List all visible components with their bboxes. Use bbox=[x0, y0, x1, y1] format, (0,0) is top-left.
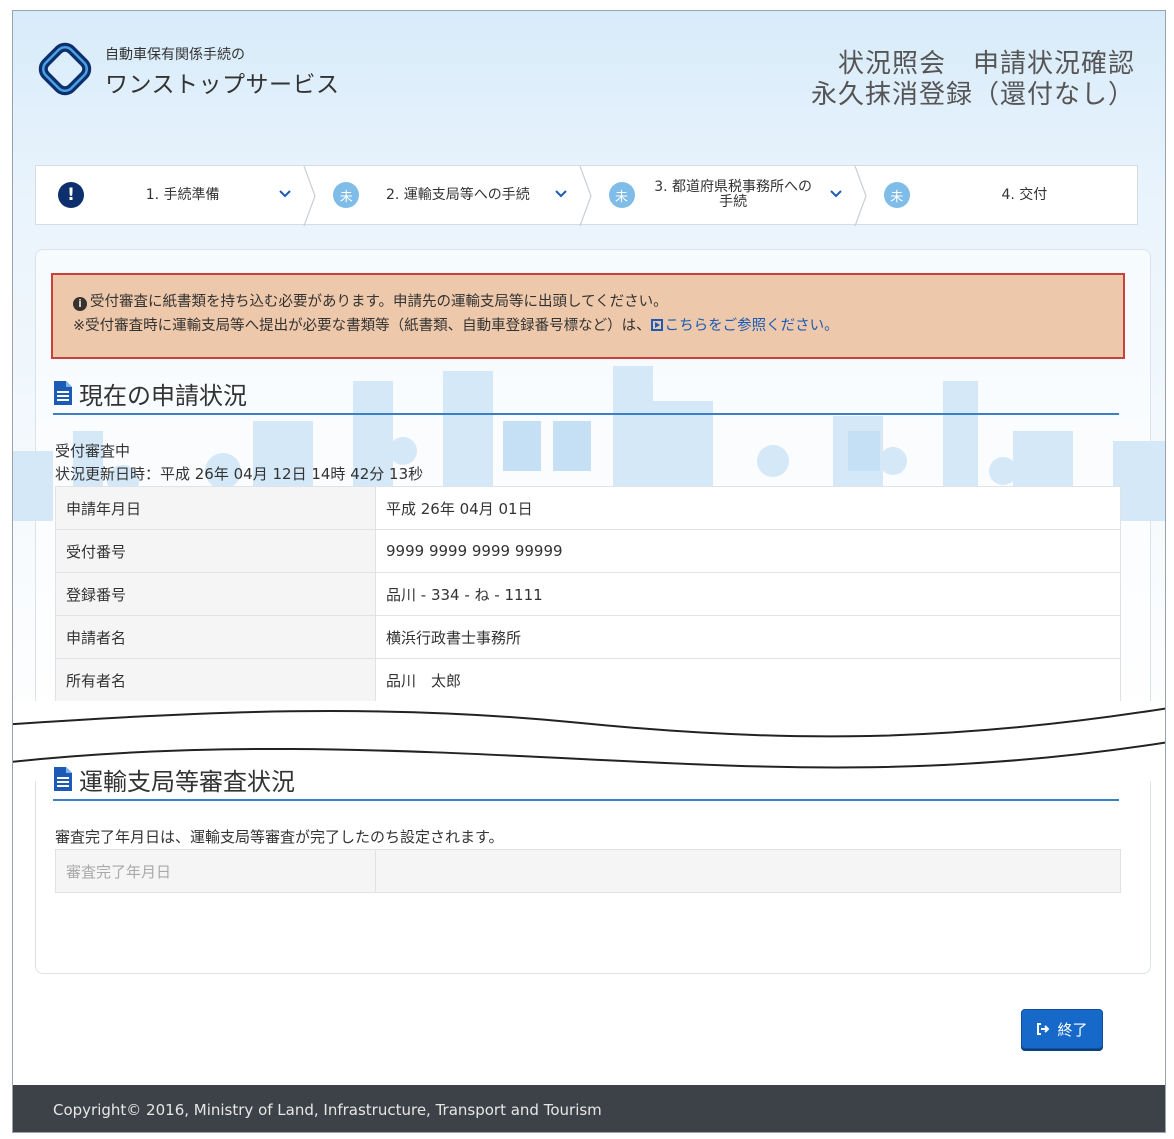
pending-badge: 未 bbox=[333, 182, 360, 208]
row-key: 申請年月日 bbox=[55, 486, 376, 530]
page-frame: 自動車保有関係手続の ワンストップサービス 状況照会 申請状況確認 永久抹消登録… bbox=[12, 10, 1166, 1133]
status-summary: 受付審査中 状況更新日時：平成 26年 04月 12日 14時 42分 13秒 bbox=[55, 440, 423, 486]
status-text: 受付審査中 bbox=[55, 442, 131, 460]
brand-title: ワンストップサービス bbox=[105, 72, 340, 98]
step-separator bbox=[854, 166, 867, 226]
row-key: 登録番号 bbox=[55, 572, 376, 616]
brand-subtitle: 自動車保有関係手続の bbox=[105, 47, 245, 63]
copyright-text: Copyright© 2016, Ministry of Land, Infra… bbox=[53, 1100, 602, 1119]
review-table: 審査完了年月日 bbox=[55, 849, 1121, 893]
row-value: 品川 - 334 - ね - 1111 bbox=[375, 572, 1121, 616]
table-row: 審査完了年月日 bbox=[55, 849, 1121, 893]
notice-text: ※受付審査時に運輸支局等へ提出が必要な書類等（紙書類、自動車登録番号標など）は、 bbox=[73, 318, 651, 334]
section-current-status: 現在の申請状況 bbox=[53, 373, 1119, 415]
documents-link[interactable]: こちらをご参照ください。 bbox=[650, 318, 839, 334]
step-preparation[interactable]: ! 1. 手続準備 bbox=[36, 166, 316, 226]
logo-icon bbox=[38, 42, 92, 96]
row-key: 審査完了年月日 bbox=[55, 849, 376, 893]
end-button-label: 終了 bbox=[1057, 1020, 1088, 1039]
pending-badge: 未 bbox=[883, 182, 910, 208]
step-separator bbox=[303, 166, 316, 226]
row-key: 受付番号 bbox=[55, 529, 376, 573]
progress-stepper: ! 1. 手続準備 未 2. 運輸支局等への手続 未 3. 都道府県税事務所への… bbox=[35, 165, 1138, 226]
footer: Copyright© 2016, Ministry of Land, Infra… bbox=[13, 1085, 1165, 1132]
step-delivery: 未 4. 交付 bbox=[862, 166, 1137, 224]
section-review-status: 運輸支局等審査状況 bbox=[53, 759, 1119, 801]
page-title: 状況照会 申請状況確認 永久抹消登録（還付なし） bbox=[811, 49, 1135, 111]
row-key: 所有者名 bbox=[55, 658, 376, 702]
row-key: 申請者名 bbox=[55, 615, 376, 659]
row-value: 9999 9999 9999 99999 bbox=[375, 529, 1121, 573]
document-icon bbox=[54, 767, 72, 791]
step-tax-office[interactable]: 未 3. 都道府県税事務所への手続 bbox=[587, 166, 867, 226]
table-row: 申請年月日 平成 26年 04月 01日 bbox=[55, 486, 1121, 530]
step-separator bbox=[578, 166, 592, 226]
notice-text: 受付審査に紙書類を持ち込む必要があります。申請先の運輸支局等に出頭してください。 bbox=[90, 294, 668, 310]
step-label: 2. 運輸支局等への手続 bbox=[385, 186, 530, 203]
chevron-down-icon[interactable] bbox=[553, 186, 569, 202]
page-title-line1: 状況照会 申請状況確認 bbox=[837, 49, 1135, 79]
row-value: 横浜行政書士事務所 bbox=[375, 615, 1121, 659]
row-value bbox=[375, 849, 1121, 893]
review-note: 審査完了年月日は、運輸支局等審査が完了したのち設定されます。 bbox=[55, 828, 504, 846]
notice-alert: i 受付審査に紙書類を持ち込む必要があります。申請先の運輸支局等に出頭してください… bbox=[51, 273, 1125, 359]
section-title: 現在の申請状況 bbox=[79, 381, 247, 410]
notice-line1: i 受付審査に紙書類を持ち込む必要があります。申請先の運輸支局等に出頭してください… bbox=[73, 290, 1103, 314]
table-row: 所有者名 品川 太郎 bbox=[55, 658, 1121, 702]
documents-link-label: こちらをご参照ください。 bbox=[664, 318, 839, 334]
end-button[interactable]: 終了 bbox=[1021, 1009, 1103, 1049]
pending-badge: 未 bbox=[608, 182, 635, 208]
external-link-icon bbox=[650, 319, 663, 331]
chevron-down-icon[interactable] bbox=[828, 186, 844, 202]
notice-line2: ※受付審査時に運輸支局等へ提出が必要な書類等（紙書類、自動車登録番号標など）は、… bbox=[73, 314, 1103, 338]
table-row: 申請者名 横浜行政書士事務所 bbox=[55, 615, 1121, 659]
status-updated: 状況更新日時：平成 26年 04月 12日 14時 42分 13秒 bbox=[55, 465, 424, 483]
row-value: 品川 太郎 bbox=[375, 658, 1121, 702]
step-transport-bureau[interactable]: 未 2. 運輸支局等への手続 bbox=[311, 166, 592, 226]
info-icon: i bbox=[73, 297, 87, 311]
table-row: 受付番号 9999 9999 9999 99999 bbox=[55, 529, 1121, 573]
sign-out-icon bbox=[1037, 1023, 1050, 1035]
section-title: 運輸支局等審査状況 bbox=[79, 767, 295, 796]
step-label: 4. 交付 bbox=[1001, 186, 1048, 203]
chevron-down-icon[interactable] bbox=[277, 186, 293, 202]
step-label: 3. 都道府県税事務所への手続 bbox=[654, 179, 813, 210]
row-value: 平成 26年 04月 01日 bbox=[375, 486, 1121, 530]
exclamation-icon: ! bbox=[58, 182, 84, 208]
page-title-line2: 永久抹消登録（還付なし） bbox=[810, 80, 1135, 110]
document-icon bbox=[54, 381, 72, 405]
table-row: 登録番号 品川 - 334 - ね - 1111 bbox=[55, 572, 1121, 616]
step-label: 1. 手続準備 bbox=[145, 186, 220, 203]
